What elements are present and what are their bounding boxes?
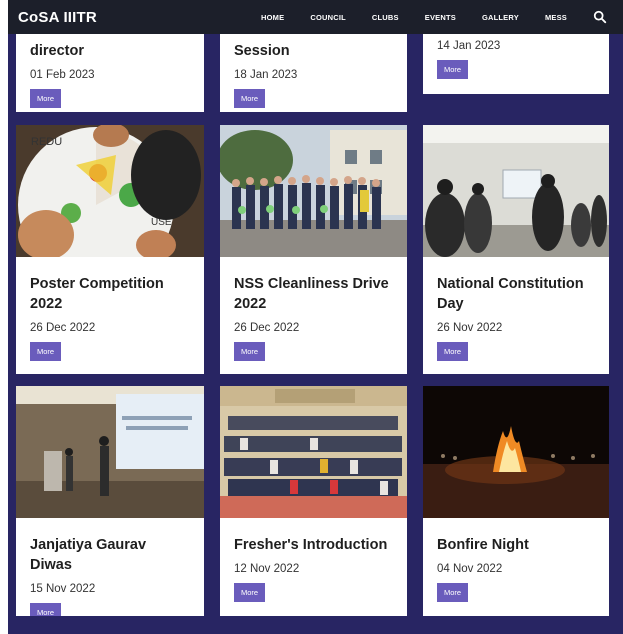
event-date: 01 Feb 2023 — [30, 69, 95, 81]
more-button[interactable]: More — [437, 60, 469, 79]
freshers-introduction-photo[interactable] — [220, 386, 407, 518]
event-card: Fresher's Introduction 12 Nov 2022 More — [220, 386, 407, 616]
nav-links: HOME COUNCIL CLUBS EVENTS GALLERY MESS — [261, 10, 607, 24]
svg-text:REDU: REDU — [31, 136, 62, 148]
card-body: Bonfire Night 04 Nov 2022 More — [423, 518, 609, 602]
event-date: 14 Jan 2023 — [437, 40, 501, 52]
constitution-day-photo[interactable] — [423, 125, 609, 257]
events-grid: director 01 Feb 2023 More Session 18 Jan… — [8, 34, 623, 634]
event-title: National Constitution Day — [437, 276, 584, 312]
card-body: NSS Cleanliness Drive 2022 26 Dec 2022 M… — [220, 257, 407, 361]
cleanliness-drive-photo[interactable] — [220, 125, 407, 257]
card-body: Janjatiya Gaurav Diwas 15 Nov 2022 More — [16, 518, 204, 616]
poster-competition-photo[interactable]: REDU USE — [16, 125, 204, 257]
more-button[interactable]: More — [234, 89, 266, 108]
event-date: 04 Nov 2022 — [437, 563, 503, 575]
event-title: Session — [234, 43, 290, 59]
event-date: 26 Dec 2022 — [234, 322, 300, 334]
event-card: National Constitution Day 26 Nov 2022 Mo… — [423, 125, 609, 374]
card-body: National Constitution Day 26 Nov 2022 Mo… — [423, 257, 609, 361]
event-card: Bonfire Night 04 Nov 2022 More — [423, 386, 609, 616]
more-button[interactable]: More — [234, 583, 266, 602]
event-card: NSS Cleanliness Drive 2022 26 Dec 2022 M… — [220, 125, 407, 374]
event-card: Session 18 Jan 2023 More — [220, 34, 407, 112]
event-card: Janjatiya Gaurav Diwas 15 Nov 2022 More — [16, 386, 204, 616]
event-date: 26 Nov 2022 — [437, 322, 503, 334]
event-date: 15 Nov 2022 — [30, 583, 96, 595]
event-card: REDU USE Poster Competition 2022 26 Dec … — [16, 125, 204, 374]
card-body: Fresher's Introduction 12 Nov 2022 More — [220, 518, 407, 602]
nav-clubs[interactable]: CLUBS — [372, 13, 399, 22]
nav-gallery[interactable]: GALLERY — [482, 13, 519, 22]
nav-council[interactable]: COUNCIL — [310, 13, 346, 22]
navbar: CoSA IIITR HOME COUNCIL CLUBS EVENTS GAL… — [8, 0, 623, 34]
event-title: NSS Cleanliness Drive 2022 — [234, 276, 389, 312]
event-title: Poster Competition 2022 — [30, 276, 164, 312]
more-button[interactable]: More — [437, 583, 469, 602]
event-title: director — [30, 43, 84, 59]
event-card: 14 Jan 2023 More — [423, 34, 609, 94]
nav-events[interactable]: EVENTS — [425, 13, 456, 22]
bonfire-night-photo[interactable] — [423, 386, 609, 518]
event-title: Bonfire Night — [437, 537, 529, 553]
event-title: Fresher's Introduction — [234, 537, 388, 553]
nav-home[interactable]: HOME — [261, 13, 284, 22]
more-button[interactable]: More — [437, 342, 469, 361]
more-button[interactable]: More — [30, 89, 62, 108]
more-button[interactable]: More — [234, 342, 266, 361]
event-date: 26 Dec 2022 — [30, 322, 96, 334]
more-button[interactable]: More — [30, 603, 62, 616]
brand-logo[interactable]: CoSA IIITR — [18, 9, 97, 26]
more-button[interactable]: More — [30, 342, 62, 361]
event-title: Janjatiya Gaurav Diwas — [30, 537, 147, 573]
event-card: director 01 Feb 2023 More — [16, 34, 204, 112]
event-date: 12 Nov 2022 — [234, 563, 300, 575]
event-date: 18 Jan 2023 — [234, 69, 298, 81]
gaurav-diwas-photo[interactable] — [16, 386, 204, 518]
search-icon[interactable] — [593, 10, 607, 24]
card-body: Poster Competition 2022 26 Dec 2022 More — [16, 257, 204, 361]
nav-mess[interactable]: MESS — [545, 13, 567, 22]
